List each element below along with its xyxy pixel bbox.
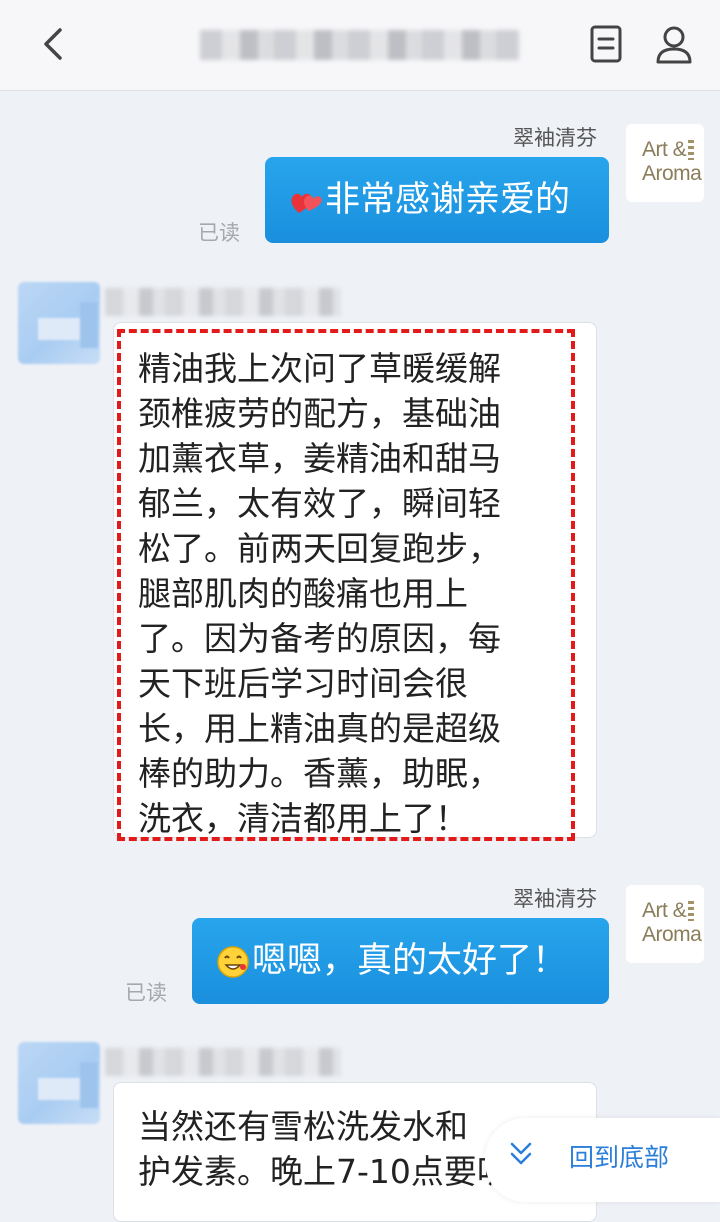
avatar[interactable]: Art & Aroma	[626, 885, 704, 963]
brand-line-1: Art &	[642, 138, 687, 161]
contact-avatar[interactable]	[18, 282, 100, 364]
sender-name: 翠袖清芬	[513, 887, 597, 911]
hearts-emoji-icon	[291, 193, 322, 213]
avatar[interactable]: Art & Aroma	[626, 124, 704, 202]
highlight-annotation	[117, 329, 575, 841]
message-bubble[interactable]: 嗯嗯，真的太好了！	[192, 918, 609, 1004]
message-text: 非常感谢亲爱的	[325, 180, 571, 220]
chevron-left-icon[interactable]	[32, 22, 76, 66]
brand-line-2: Aroma	[642, 923, 702, 946]
brand-mark	[688, 140, 694, 160]
happy-face-emoji-icon	[217, 946, 249, 978]
message-bubble[interactable]: 非常感谢亲爱的	[265, 157, 609, 243]
sender-name: 翠袖清芬	[513, 126, 597, 150]
read-status: 已读	[198, 221, 240, 245]
contact-avatar[interactable]	[18, 1042, 100, 1124]
read-status: 已读	[125, 981, 167, 1005]
chat-header	[0, 0, 720, 91]
message-text: 嗯嗯，真的太好了！	[252, 941, 568, 981]
document-icon[interactable]	[584, 22, 628, 66]
contact-name-blurred	[105, 1048, 341, 1076]
double-chevron-down-icon	[510, 1142, 532, 1165]
chat-title-blurred	[200, 30, 520, 60]
brand-line-1: Art &	[642, 899, 687, 922]
back-to-bottom-label: 回到底部	[569, 1143, 670, 1172]
user-icon[interactable]	[650, 22, 698, 70]
contact-name-blurred	[105, 288, 341, 316]
brand-mark	[688, 901, 694, 921]
back-to-bottom-button[interactable]: 回到底部	[485, 1118, 720, 1202]
brand-line-2: Aroma	[642, 162, 702, 185]
